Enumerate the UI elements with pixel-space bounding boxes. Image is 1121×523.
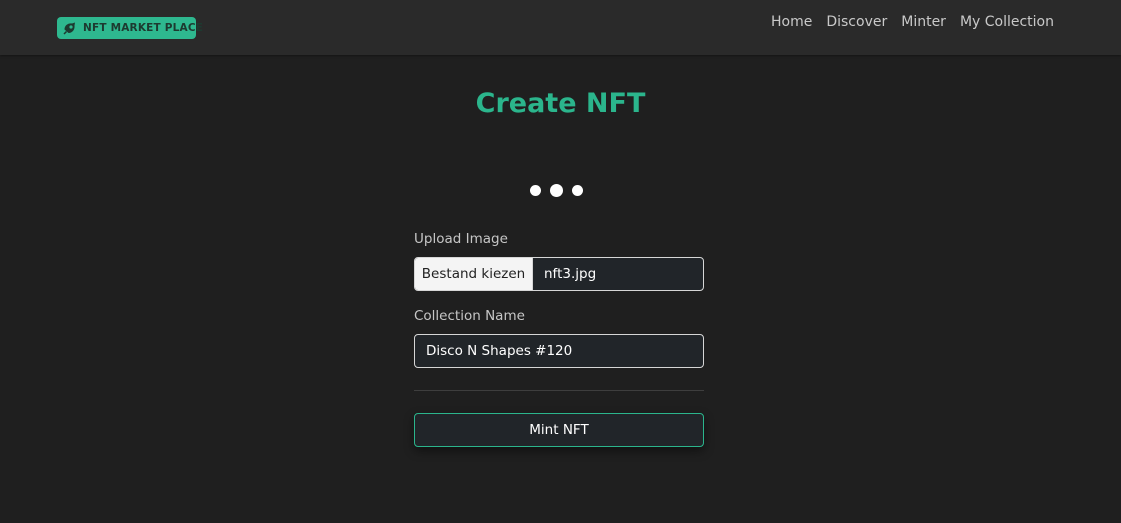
choose-file-button[interactable]: Bestand kiezen — [415, 258, 533, 290]
loader-dot — [550, 184, 563, 197]
mint-nft-button[interactable]: Mint NFT — [414, 413, 704, 447]
top-navbar: NFT MARKET PLACE Home Discover Minter My… — [0, 0, 1121, 55]
page-title: Create NFT — [475, 88, 646, 119]
nav-link-minter[interactable]: Minter — [901, 13, 946, 31]
brand-label: NFT MARKET PLACE — [83, 22, 204, 34]
loading-dots-icon — [530, 184, 583, 197]
nav-links: Home Discover Minter My Collection — [771, 13, 1054, 31]
collection-name-label: Collection Name — [414, 308, 525, 324]
loader-dot — [572, 185, 583, 196]
mint-form: Upload Image Bestand kiezen nft3.jpg Col… — [414, 230, 704, 447]
selected-file-name: nft3.jpg — [544, 266, 597, 282]
nav-link-discover[interactable]: Discover — [826, 13, 887, 31]
rocket-icon — [62, 20, 78, 36]
nav-link-home[interactable]: Home — [771, 13, 812, 31]
nav-link-my-collection[interactable]: My Collection — [960, 13, 1054, 31]
collection-name-input[interactable] — [414, 334, 704, 368]
loader-dot — [530, 185, 541, 196]
upload-image-label: Upload Image — [414, 231, 508, 247]
file-upload-input[interactable]: Bestand kiezen nft3.jpg — [414, 257, 704, 291]
form-divider — [414, 390, 704, 391]
brand-logo[interactable]: NFT MARKET PLACE — [57, 17, 203, 39]
